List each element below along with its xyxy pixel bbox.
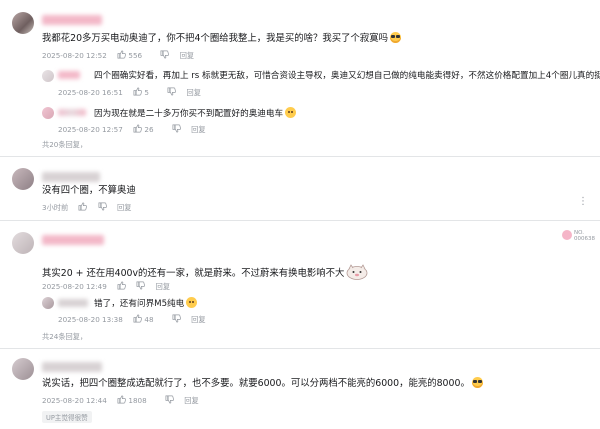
- thumbs-up-icon: [78, 202, 88, 211]
- view-more-replies-link[interactable]: 共20条回复，: [42, 140, 87, 150]
- like-button[interactable]: 48: [133, 314, 161, 324]
- avatar[interactable]: [42, 297, 54, 309]
- thumbs-up-icon: [133, 124, 143, 133]
- dislike-button[interactable]: [167, 87, 177, 97]
- username-blurred[interactable]: [58, 299, 88, 307]
- avatar[interactable]: [42, 107, 54, 119]
- thumbs-down-icon: [167, 87, 177, 96]
- emoji-icon: [186, 297, 198, 308]
- reply-button[interactable]: 回复: [191, 315, 205, 324]
- like-button[interactable]: 5: [133, 87, 157, 97]
- like-button[interactable]: 1808: [117, 395, 155, 405]
- timestamp: 2025-08-20 12:49: [42, 282, 107, 291]
- fan-badge-number: NO. 000638: [574, 230, 595, 242]
- divider: [0, 156, 600, 157]
- username-blurred[interactable]: [42, 362, 102, 372]
- comment-text: 我都花20多万买电动奥迪了，你不把4个圈给我整上，我是买的啥？我买了个寂寞吗: [42, 32, 402, 45]
- dislike-button[interactable]: [160, 50, 170, 60]
- thumbs-up-icon: [133, 314, 143, 323]
- username-blurred[interactable]: [42, 172, 100, 182]
- like-button[interactable]: 556: [117, 50, 150, 60]
- thumbs-up-icon: [117, 395, 127, 404]
- timestamp: 2025-08-20 13:38: [58, 315, 123, 324]
- fan-badge-icon: [562, 230, 572, 240]
- comment-text: 说实话，把四个圈整成选配就行了，也不多要。就要6000。可以分两档不能亮的600…: [42, 377, 483, 390]
- reply-button[interactable]: 回复: [180, 51, 194, 60]
- comment-meta: 2025-08-20 12:44 1808 回复: [42, 395, 207, 406]
- thumbs-up-icon: [133, 87, 143, 96]
- reply-meta: 2025-08-20 16:51 5 回复: [58, 87, 209, 98]
- timestamp: 3小时前: [42, 203, 69, 212]
- reply-meta: 2025-08-20 12:57 26 回复: [58, 124, 214, 135]
- dislike-button[interactable]: [172, 314, 181, 324]
- username-blurred[interactable]: [58, 109, 86, 116]
- timestamp: 2025-08-20 12:44: [42, 396, 107, 405]
- reply-button[interactable]: 回复: [191, 125, 205, 134]
- comment-meta: 3小时前 回复: [42, 202, 139, 213]
- thumbs-down-icon: [136, 281, 146, 290]
- thumbs-down-icon: [98, 202, 107, 211]
- timestamp: 2025-08-20 12:52: [42, 51, 107, 60]
- thumbs-up-icon: [117, 281, 127, 290]
- divider: [0, 220, 600, 221]
- comment-meta: 2025-08-20 12:49 回复: [42, 281, 178, 292]
- like-button[interactable]: [117, 281, 127, 291]
- reply-button[interactable]: 回复: [156, 282, 170, 291]
- cat-sticker-icon: [346, 264, 368, 280]
- username-blurred[interactable]: [42, 15, 102, 25]
- comment-text: 其实20 + 还在用400v的还有一家，就是蔚来。不过蔚来有换电影响不大: [42, 264, 368, 280]
- divider: [0, 348, 600, 349]
- like-button[interactable]: [78, 202, 88, 212]
- thumbs-down-icon: [172, 314, 181, 323]
- dislike-button[interactable]: [172, 124, 181, 134]
- thumbs-down-icon: [160, 50, 170, 59]
- thumbs-down-icon: [172, 124, 181, 133]
- thumbs-up-icon: [117, 50, 127, 59]
- avatar[interactable]: [12, 12, 34, 34]
- reply-text: 四个圈确实好看，再加上 rs 标就更无敌，可惜合资设主导权，奥迪又幻想自己做的纯…: [94, 71, 600, 81]
- dislike-button[interactable]: [136, 281, 146, 291]
- view-more-replies-link[interactable]: 共24条回复，: [42, 332, 87, 342]
- emoji-icon: [390, 32, 402, 43]
- avatar[interactable]: [42, 70, 54, 82]
- comment-meta: 2025-08-20 12:52 556 回复: [42, 50, 202, 61]
- up-liked-badge: UP主觉得很赞: [42, 411, 92, 423]
- username-blurred[interactable]: [58, 71, 80, 79]
- dislike-button[interactable]: [98, 202, 107, 212]
- reply-text: 错了，还有问界M5纯电: [94, 297, 198, 310]
- emoji-icon: [471, 377, 483, 388]
- avatar[interactable]: [12, 232, 34, 254]
- timestamp: 2025-08-20 12:57: [58, 125, 123, 134]
- reply-button[interactable]: 回复: [117, 203, 131, 212]
- reply-button[interactable]: 回复: [184, 396, 198, 405]
- dislike-button[interactable]: [165, 395, 174, 405]
- username-blurred[interactable]: [42, 235, 104, 245]
- reply-meta: 2025-08-20 13:38 48 回复: [58, 314, 214, 325]
- reply-text: 因为现在就是二十多万你买不到配置好的奥迪电车: [94, 107, 297, 120]
- reply-button[interactable]: 回复: [187, 88, 201, 97]
- avatar[interactable]: [12, 358, 34, 380]
- emoji-icon: [285, 107, 297, 118]
- thumbs-down-icon: [165, 395, 174, 404]
- avatar[interactable]: [12, 168, 34, 190]
- comment-text: 没有四个圈，不算奥迪: [42, 185, 136, 196]
- timestamp: 2025-08-20 16:51: [58, 88, 123, 97]
- more-dots-icon[interactable]: ⋮: [578, 196, 588, 207]
- like-button[interactable]: 26: [133, 124, 161, 134]
